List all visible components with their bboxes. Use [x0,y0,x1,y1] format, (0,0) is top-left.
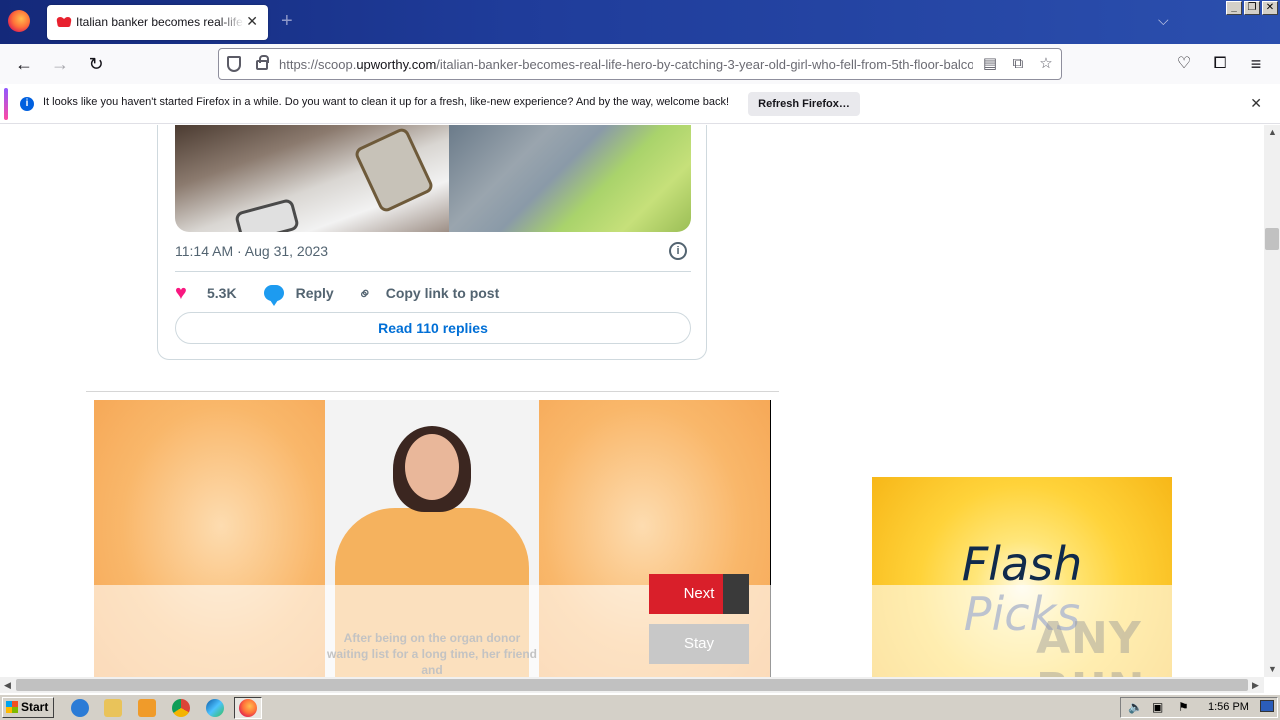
lock-icon[interactable] [256,55,269,70]
show-desktop-icon[interactable] [1260,700,1274,712]
vertical-scrollbar[interactable] [1264,125,1280,677]
network-icon[interactable]: ▣ [1152,700,1163,714]
like-count[interactable]: 5.3K [207,285,237,301]
edge-icon[interactable] [206,699,224,717]
tweet-image-right [449,125,691,232]
windows-taskbar: Start 🔈 ▣ ⚑ 1:56 PM [0,694,1280,720]
chrome-icon[interactable] [172,699,190,717]
notification-bar: i It looks like you haven't started Fire… [0,84,1280,124]
tracking-protection-shield-icon[interactable] [227,56,241,72]
pocket-icon[interactable]: ♡ [1173,53,1195,75]
read-replies-button[interactable]: Read 110 replies [175,312,691,344]
navigation-toolbar: ← → ↻ https://scoop.upworthy.com/italian… [0,44,1280,84]
notification-accent [4,88,8,120]
back-arrow-icon[interactable]: ← [13,53,35,75]
tweet-timestamp[interactable]: 11:14 AM · Aug 31, 2023 [175,243,328,259]
tweet-actions: ♥ 5.3K Reply ⚭ Copy link to post [175,280,500,306]
tab-title: Italian banker becomes real-life hero by… [76,15,244,29]
anyrun-watermark: ANY RUN [1036,613,1144,677]
vertical-scroll-thumb[interactable] [1265,228,1279,250]
restore-button[interactable]: ❐ [1244,1,1260,15]
copy-link-button[interactable]: Copy link to post [386,285,500,301]
menu-hamburger-icon[interactable]: ≡ [1245,53,1267,75]
url-bar[interactable]: https://scoop.upworthy.com/italian-banke… [218,48,1062,80]
extensions-puzzle-icon[interactable]: ⧠ [1209,53,1231,75]
bookmark-star-icon[interactable]: ☆ [1037,55,1055,73]
notification-text: It looks like you haven't started Firefo… [43,96,730,108]
phone-graphic [352,126,436,214]
folder-icon[interactable] [104,699,122,717]
link-icon[interactable]: ⚭ [353,280,379,306]
person-face [405,434,459,500]
start-button[interactable]: Start [2,697,54,718]
picture-in-picture-icon[interactable]: ⧉ [1009,55,1027,73]
video-frame: After being on the organ donor waiting l… [325,400,539,677]
reader-view-icon[interactable]: ▤ [981,55,999,73]
tab-active[interactable]: Italian banker becomes real-life hero by… [47,5,268,40]
firefox-logo-icon[interactable] [8,10,30,32]
reload-icon[interactable]: ↻ [85,53,107,75]
forward-arrow-icon[interactable]: → [49,53,71,75]
microphone-graphic [233,197,301,232]
page-content: 11:14 AM · Aug 31, 2023 i ♥ 5.3K Reply ⚭… [0,125,1264,677]
heart-icon[interactable]: ♥ [175,283,195,303]
clock[interactable]: 1:56 PM [1208,701,1249,713]
notification-close-button[interactable]: ✕ [1250,96,1262,110]
system-tray [1120,697,1278,718]
stay-button[interactable]: Stay [649,624,749,664]
firefox-taskbar-button[interactable] [234,697,262,719]
next-button[interactable]: Next [649,574,749,614]
scroll-down-arrow-icon[interactable]: ▼ [1268,664,1277,674]
video-caption: After being on the organ donor waiting l… [326,631,538,677]
scroll-up-arrow-icon[interactable]: ▲ [1268,127,1277,137]
list-all-tabs-chevron-icon[interactable]: ⌵ [1158,12,1169,29]
tab-close-button[interactable]: ✕ [246,13,258,29]
media-player-icon[interactable] [138,699,156,717]
internet-explorer-icon[interactable] [71,699,89,717]
new-tab-button[interactable]: + [281,11,293,31]
reply-button[interactable]: Reply [296,285,334,301]
firefox-icon [239,699,257,717]
video-blur-left [94,400,325,677]
tab-bar: Italian banker becomes real-life hero by… [0,0,1280,44]
url-text[interactable]: https://scoop.upworthy.com/italian-banke… [279,57,973,72]
upworthy-favicon-icon [57,17,71,27]
refresh-firefox-button[interactable]: Refresh Firefox… [748,92,860,116]
close-window-button[interactable]: ✕ [1262,1,1278,15]
divider [86,391,779,392]
tweet-image[interactable] [175,125,691,232]
info-icon: i [20,97,34,111]
tweet-image-left [175,125,449,232]
ad-title-line1: Flash [961,537,1083,591]
info-circle-icon[interactable]: i [669,242,687,260]
flag-icon[interactable]: ⚑ [1178,700,1189,714]
divider [175,271,691,272]
minimize-button[interactable]: _ [1226,1,1242,15]
window-controls: _ ❐ ✕ [1226,1,1278,15]
horizontal-scroll-thumb[interactable] [16,679,1248,691]
embedded-tweet: 11:14 AM · Aug 31, 2023 i ♥ 5.3K Reply ⚭… [157,125,707,360]
scroll-left-arrow-icon[interactable]: ◀ [4,680,11,691]
scroll-right-arrow-icon[interactable]: ▶ [1252,680,1259,691]
volume-icon[interactable]: 🔈 [1128,700,1143,714]
reply-bubble-icon[interactable] [263,285,284,306]
